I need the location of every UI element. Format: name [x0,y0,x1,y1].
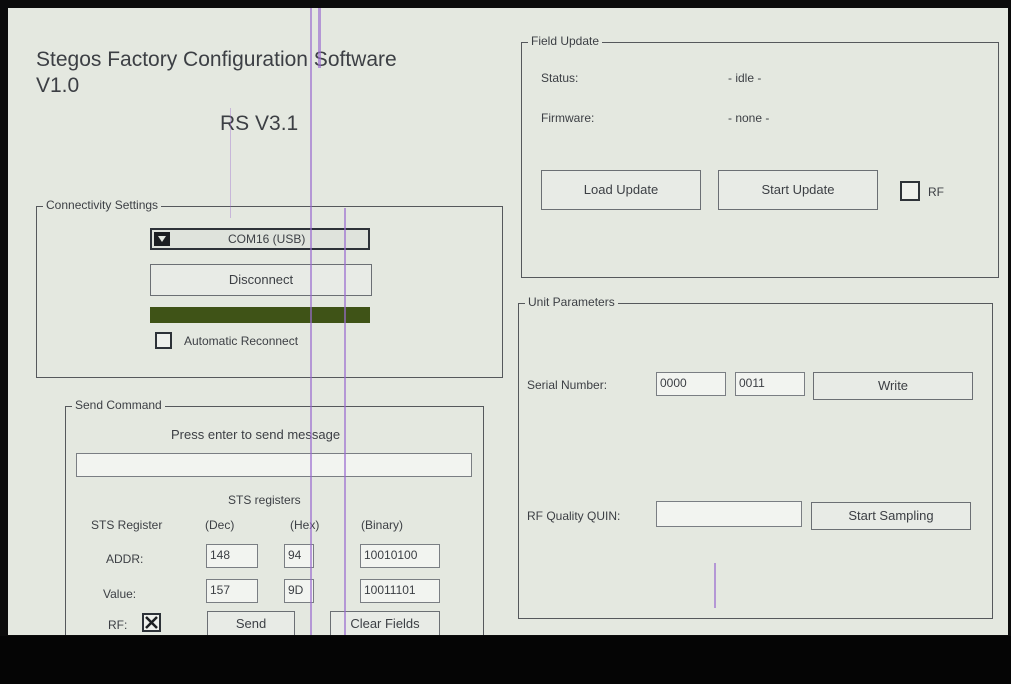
auto-reconnect-label: Automatic Reconnect [184,334,299,348]
disconnect-button[interactable]: Disconnect [150,264,372,296]
send-hint-text: Press enter to send message [171,427,341,442]
app-title: Stegos Factory Configuration Software [36,48,397,71]
col-header-dec: (Dec) [205,518,235,532]
status-value: - idle - [728,71,762,85]
screen-artifact-streak [230,108,231,218]
sts-registers-title: STS registers [228,493,301,507]
firmware-label: Firmware: [541,111,595,125]
write-button[interactable]: Write [813,372,973,400]
screen-artifact-streak [310,8,312,635]
firmware-value: - none - [728,111,770,125]
rf-update-checkbox[interactable] [900,181,920,201]
message-input[interactable] [76,453,472,477]
value-dec-field[interactable]: 157 [206,579,258,603]
unit-parameters-legend: Unit Parameters [525,295,618,309]
screen-artifact-streak [344,208,346,635]
connection-status-bar [150,307,370,323]
addr-dec-field[interactable]: 148 [206,544,258,568]
col-header-hex: (Hex) [290,518,320,532]
monitor-bezel [0,636,1011,684]
com-port-select[interactable]: COM16 (USB) [150,228,370,250]
rf-quality-label: RF Quality QUIN: [527,509,621,523]
serial-number-label: Serial Number: [527,378,608,392]
status-label: Status: [541,71,579,85]
col-header-binary: (Binary) [361,518,404,532]
start-sampling-button[interactable]: Start Sampling [811,502,971,530]
screen-artifact-streak [714,563,716,608]
connectivity-settings-legend: Connectivity Settings [43,198,162,212]
field-update-legend: Field Update [528,34,603,48]
serial-number-part2-field[interactable]: 0011 [735,372,805,396]
screen-artifact-streak [318,8,321,68]
app-version: V1.0 [36,74,80,97]
start-update-button[interactable]: Start Update [718,170,878,210]
send-button[interactable]: Send [207,611,295,635]
col-header-register: STS Register [91,518,163,532]
send-command-legend: Send Command [72,398,165,412]
addr-binary-field[interactable]: 10010100 [360,544,440,568]
rf-send-label: RF: [108,618,128,632]
rf-quality-field[interactable] [656,501,802,527]
value-binary-field[interactable]: 10011101 [360,579,440,603]
addr-row-label: ADDR: [106,552,144,566]
com-port-value: COM16 (USB) [228,232,306,246]
dropdown-arrow-icon[interactable] [154,232,170,246]
rf-update-label: RF [928,185,944,199]
app-window: Stegos Factory Configuration Software V1… [8,8,1008,635]
rf-send-checkbox[interactable] [142,613,161,632]
rs-version-label: RS V3.1 [220,112,299,135]
load-update-button[interactable]: Load Update [541,170,701,210]
value-row-label: Value: [103,587,137,601]
check-x-icon [145,616,158,629]
clear-fields-button[interactable]: Clear Fields [330,611,440,635]
serial-number-part1-field[interactable]: 0000 [656,372,726,396]
auto-reconnect-checkbox[interactable] [155,332,172,349]
unit-parameters-group: Unit Parameters [518,295,993,619]
